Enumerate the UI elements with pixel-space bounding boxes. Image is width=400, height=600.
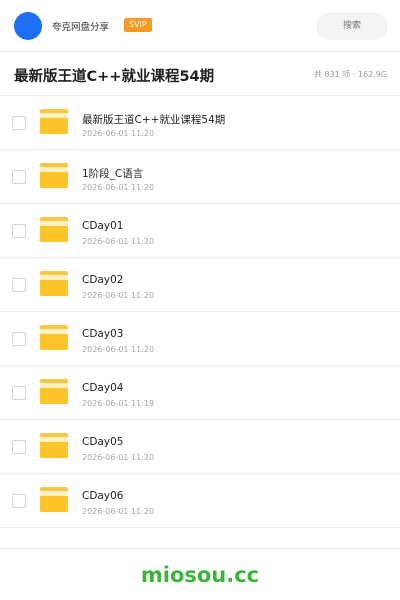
folder-icon xyxy=(40,163,68,188)
folder-icon xyxy=(40,217,68,242)
checkbox[interactable] xyxy=(12,278,26,292)
checkbox[interactable] xyxy=(12,116,26,130)
list-item[interactable]: 最新版王道C++就业课程54期 2026-06-01 11:20 xyxy=(0,96,400,150)
list-item[interactable]: CDay06 2026-06-01 11:20 xyxy=(0,474,400,528)
folder-icon xyxy=(40,271,68,296)
file-date: 2026-06-01 11:20 xyxy=(82,237,155,246)
file-date: 2026-06-01 11:20 xyxy=(82,129,155,138)
avatar[interactable] xyxy=(14,12,42,40)
list-item[interactable]: CDay05 2026-06-01 11:20 xyxy=(0,420,400,474)
file-name[interactable]: CDay04 xyxy=(82,382,123,394)
file-date: 2026-06-01 11:20 xyxy=(82,453,155,462)
site-watermark: miosou.cc xyxy=(140,563,260,587)
checkbox[interactable] xyxy=(12,494,26,508)
sharer-name[interactable]: 夸克网盘分享 xyxy=(52,19,109,33)
file-date: 2026-06-01 11:19 xyxy=(82,399,155,408)
folder-icon xyxy=(40,325,68,350)
share-meta: 共 831 项 · 162.9G xyxy=(313,70,387,79)
list-item[interactable]: CDay03 2026-06-01 11:20 xyxy=(0,312,400,366)
list-item[interactable]: 1阶段_C语言 2026-06-01 11:20 xyxy=(0,150,400,204)
folder-icon xyxy=(40,379,68,404)
search-input[interactable] xyxy=(316,12,388,40)
checkbox[interactable] xyxy=(12,440,26,454)
checkbox[interactable] xyxy=(12,170,26,184)
checkbox[interactable] xyxy=(12,224,26,238)
file-list: 最新版王道C++就业课程54期 2026-06-01 11:20 1阶段_C语言… xyxy=(0,96,400,528)
list-item[interactable]: CDay04 2026-06-01 11:19 xyxy=(0,366,400,420)
file-name[interactable]: CDay01 xyxy=(82,220,123,232)
file-name[interactable]: CDay06 xyxy=(82,490,123,502)
folder-icon xyxy=(40,487,68,512)
file-name[interactable]: CDay05 xyxy=(82,436,123,448)
folder-icon xyxy=(40,433,68,458)
list-item[interactable]: CDay02 2026-06-01 11:20 xyxy=(0,258,400,312)
share-title-row: 最新版王道C++就业课程54期 共 831 项 · 162.9G xyxy=(0,52,400,96)
file-name[interactable]: CDay03 xyxy=(82,328,123,340)
file-date: 2026-06-01 11:20 xyxy=(82,291,155,300)
list-item[interactable]: CDay01 2026-06-01 11:20 xyxy=(0,204,400,258)
page-title: 最新版王道C++就业课程54期 xyxy=(14,69,215,85)
file-name[interactable]: 最新版王道C++就业课程54期 xyxy=(82,112,225,127)
footer: miosou.cc xyxy=(0,548,400,600)
top-bar: 夸克网盘分享 SVIP xyxy=(0,0,400,52)
file-name[interactable]: 1阶段_C语言 xyxy=(82,166,143,181)
file-date: 2026-06-01 11:20 xyxy=(82,345,155,354)
checkbox[interactable] xyxy=(12,386,26,400)
file-date: 2026-06-01 11:20 xyxy=(82,507,155,516)
file-name[interactable]: CDay02 xyxy=(82,274,123,286)
svip-badge: SVIP xyxy=(124,18,152,32)
file-date: 2026-06-01 11:20 xyxy=(82,183,155,192)
checkbox[interactable] xyxy=(12,332,26,346)
folder-icon xyxy=(40,109,68,134)
